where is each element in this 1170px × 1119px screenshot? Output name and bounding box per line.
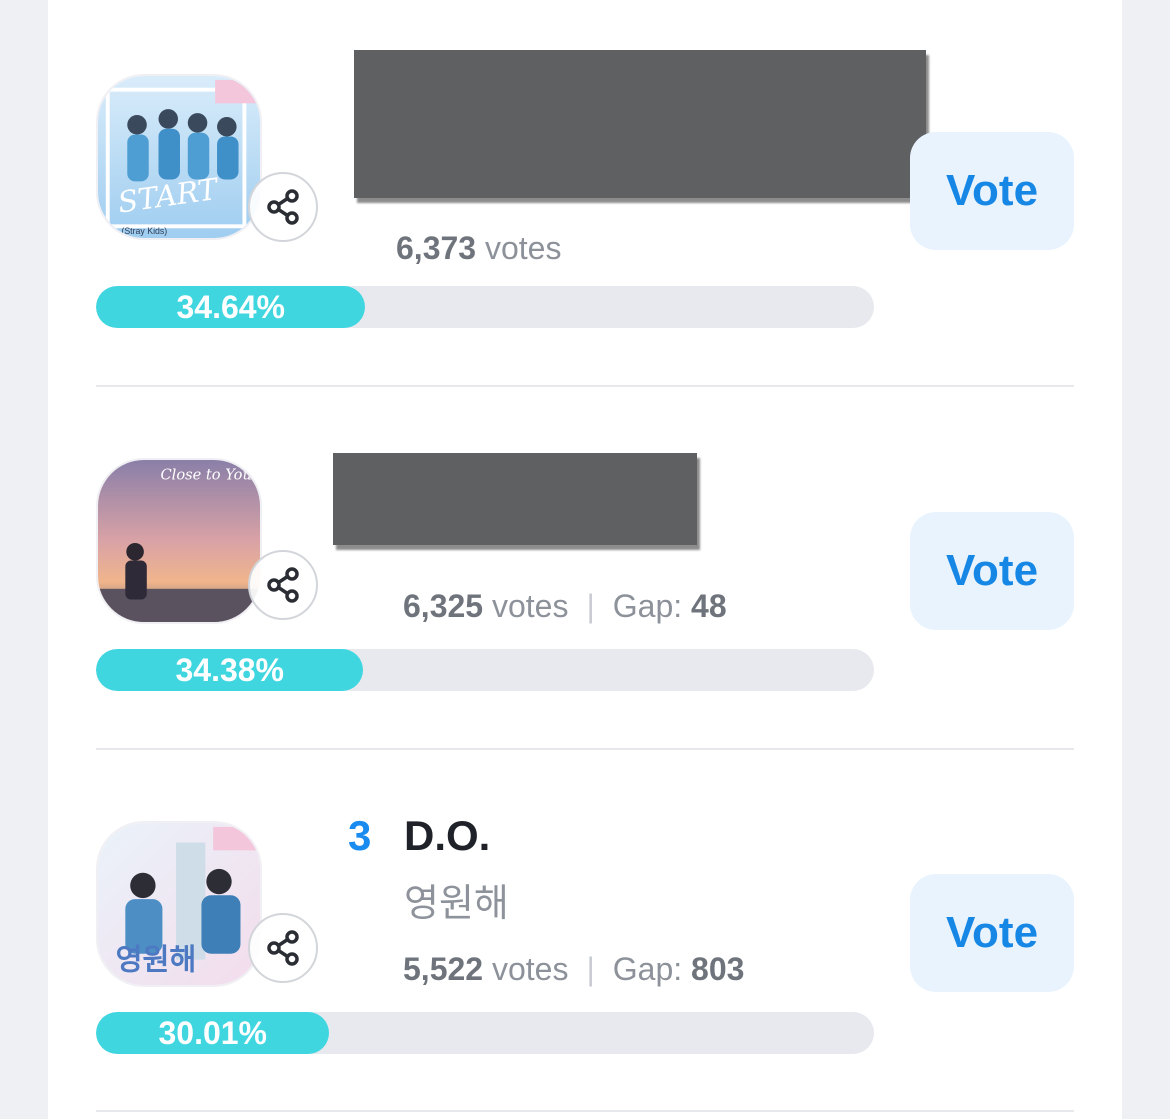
redacted-title bbox=[333, 453, 697, 545]
ranking-panel: START (Stray Kids) 6,373 votes 34.64% Vo… bbox=[48, 0, 1122, 1119]
share-button[interactable] bbox=[248, 172, 318, 242]
ranking-entry-1: START (Stray Kids) 6,373 votes 34.64% Vo… bbox=[96, 0, 1074, 362]
album-art[interactable]: 영원해 bbox=[96, 821, 262, 987]
album-art[interactable]: Close to You bbox=[96, 458, 262, 624]
vote-count-line: 5,522 votes | Gap: 803 bbox=[403, 951, 744, 988]
share-button[interactable] bbox=[248, 550, 318, 620]
separator: | bbox=[586, 588, 595, 624]
divider bbox=[96, 1110, 1074, 1112]
progress-percent: 34.64% bbox=[176, 289, 285, 325]
vote-count: 6,373 bbox=[396, 230, 477, 266]
progress-bar: 34.38% bbox=[96, 649, 874, 691]
progress-percent: 30.01% bbox=[158, 1015, 267, 1051]
song-title: 영원해 bbox=[404, 881, 509, 925]
progress-percent: 34.38% bbox=[175, 652, 284, 688]
share-icon bbox=[267, 930, 299, 966]
vote-button[interactable]: Vote bbox=[910, 132, 1074, 250]
progress-bar: 34.64% bbox=[96, 286, 874, 328]
vote-unit: votes bbox=[484, 230, 562, 266]
rank-number: 3 bbox=[348, 812, 372, 859]
vote-count-line: 6,373 votes bbox=[396, 230, 561, 267]
album-art-image: START (Stray Kids) bbox=[98, 76, 260, 238]
vote-count-line: 6,325 votes | Gap: 48 bbox=[403, 588, 727, 625]
vote-unit: votes bbox=[491, 951, 569, 987]
vote-count: 5,522 bbox=[403, 951, 484, 987]
share-icon bbox=[267, 189, 299, 225]
ranking-entry-2: Close to You 6,325 votes | Gap: 48 34.38% … bbox=[96, 387, 1074, 749]
album-art-title: 영원해 bbox=[116, 942, 197, 976]
separator: | bbox=[586, 951, 595, 987]
album-art[interactable]: START (Stray Kids) bbox=[96, 74, 262, 240]
redacted-title bbox=[354, 50, 926, 198]
album-art-caption: (Stray Kids) bbox=[121, 226, 167, 236]
gap-value: 803 bbox=[691, 951, 745, 987]
share-icon bbox=[267, 567, 299, 603]
progress-bar: 30.01% bbox=[96, 1012, 874, 1054]
gap-value: 48 bbox=[691, 588, 727, 624]
share-button[interactable] bbox=[248, 913, 318, 983]
vote-button[interactable]: Vote bbox=[910, 874, 1074, 992]
gap-label: Gap: bbox=[612, 951, 683, 987]
vote-unit: votes bbox=[491, 588, 569, 624]
ranking-entry-3: 영원해 3 D.O. 영원해 5,522 votes | Gap: 803 30.0… bbox=[96, 750, 1074, 1112]
album-art-title: Close to You bbox=[160, 467, 251, 484]
album-art-image: Close to You bbox=[98, 460, 260, 622]
album-art-image: 영원해 bbox=[98, 823, 260, 985]
vote-count: 6,325 bbox=[403, 588, 484, 624]
artist-name[interactable]: D.O. bbox=[404, 812, 490, 860]
vote-button[interactable]: Vote bbox=[910, 512, 1074, 630]
gap-label: Gap: bbox=[612, 588, 683, 624]
